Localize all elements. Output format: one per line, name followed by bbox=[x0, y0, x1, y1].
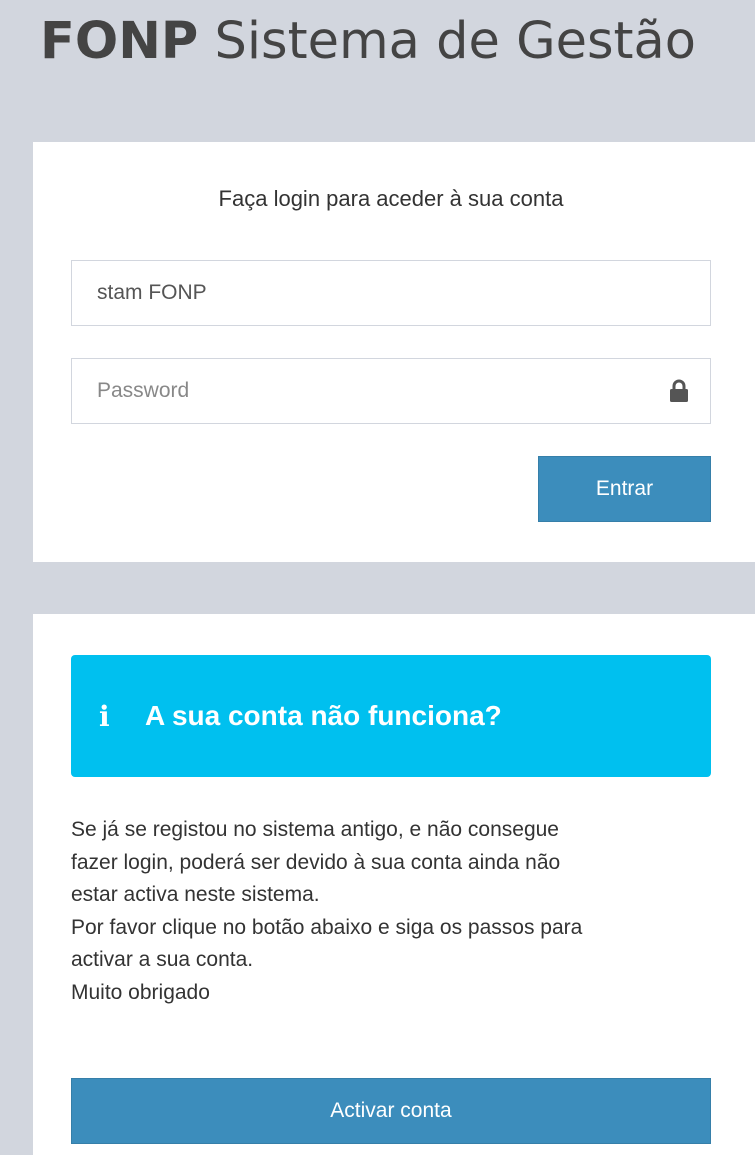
help-text: Se já se registou no sistema antigo, e n… bbox=[71, 814, 731, 1009]
brand-name: FONP bbox=[40, 12, 199, 71]
login-button[interactable]: Entrar bbox=[538, 456, 711, 522]
username-field bbox=[71, 260, 711, 326]
help-text-line: activar a sua conta. bbox=[71, 948, 254, 971]
username-input[interactable] bbox=[72, 261, 657, 325]
password-input[interactable] bbox=[72, 359, 657, 423]
login-box-message: Faça login para aceder à sua conta bbox=[218, 186, 564, 211]
help-text-line: fazer login, poderá ser devido à sua con… bbox=[71, 850, 561, 874]
help-text-line: estar activa neste sistema. bbox=[71, 883, 320, 906]
lock-icon bbox=[670, 379, 688, 402]
callout-title: A sua conta não funciona? bbox=[145, 700, 502, 731]
page-title: FONP Sistema de Gestão bbox=[40, 6, 696, 78]
account-help-box: i A sua conta não funciona? Se já se reg… bbox=[33, 614, 755, 1155]
info-callout: i A sua conta não funciona? bbox=[71, 655, 711, 777]
help-text-line: Por favor clique no botão abaixo e siga … bbox=[71, 915, 583, 939]
info-icon: i bbox=[99, 699, 110, 733]
login-box: Faça login para aceder à sua conta Entra… bbox=[33, 142, 755, 562]
help-text-line: Se já se registou no sistema antigo, e n… bbox=[71, 818, 559, 841]
help-text-line: Muito obrigado bbox=[71, 980, 210, 1004]
activate-account-button[interactable]: Activar conta bbox=[71, 1078, 711, 1144]
password-field bbox=[71, 358, 711, 424]
system-name: Sistema de Gestão bbox=[214, 12, 696, 71]
